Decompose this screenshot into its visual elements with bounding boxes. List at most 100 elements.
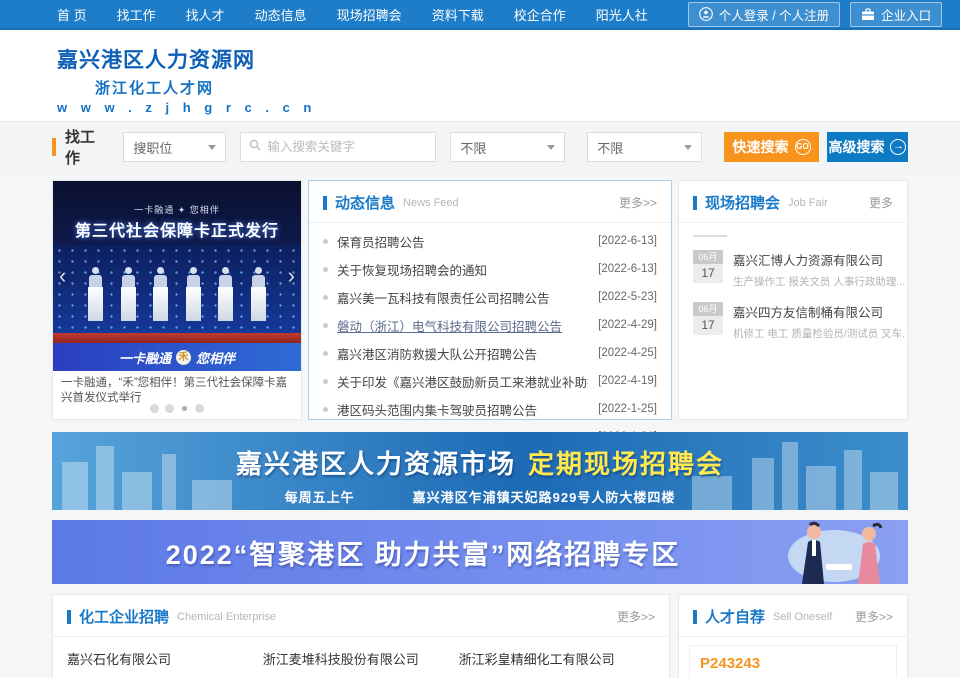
bullet-icon bbox=[323, 295, 328, 300]
company-name: 嘉兴石化有限公司 bbox=[67, 649, 263, 668]
carousel-dot[interactable] bbox=[180, 404, 189, 413]
company-listing[interactable]: 嘉兴石化有限公司 工艺员 设备管理 警卫（残疾工） bbox=[67, 649, 263, 678]
search-section-label: 找工作 bbox=[52, 126, 109, 168]
blue-accent-bar bbox=[67, 610, 71, 624]
arrow-circle-icon: → bbox=[890, 139, 906, 155]
bullet-icon bbox=[323, 379, 328, 384]
news-item[interactable]: 嘉兴港区消防救援大队公开招聘公告[2022-4-25] bbox=[309, 339, 671, 367]
orange-accent-bar bbox=[52, 138, 56, 156]
nav-item-downloads[interactable]: 资料下载 bbox=[432, 5, 484, 24]
company-name: 浙江麦堆科技股份有限公司 bbox=[263, 649, 459, 668]
enterprise-entry-label: 企业入口 bbox=[881, 5, 931, 24]
talent-item[interactable]: P243243 男 ｜ 嘉兴市→嘉兴港区 ｜ 八年以上 bbox=[689, 645, 897, 678]
company-listing[interactable]: 浙江彩皇精细化工有限公司 普工（制造科） 营业担当 bbox=[459, 649, 655, 678]
personal-login-label: 个人登录 / 个人注册 bbox=[719, 5, 829, 24]
talent-id: P243243 bbox=[700, 655, 886, 672]
search-band: 找工作 搜职位 不限 不限 快速搜索 GO 高级搜索 → bbox=[0, 122, 960, 172]
chemical-title: 化工企业招聘 bbox=[79, 606, 169, 627]
nav-item-school-enterprise[interactable]: 校企合作 bbox=[514, 5, 566, 24]
news-item[interactable]: 嘉兴美一瓦科技有限责任公司招聘公告[2022-5-23] bbox=[309, 283, 671, 311]
carousel-prev-icon[interactable]: ‹ bbox=[59, 265, 66, 287]
top-navigation: 首 页 找工作 找人才 动态信息 现场招聘会 资料下载 校企合作 阳光人社 个人… bbox=[0, 0, 960, 30]
carousel-next-icon[interactable]: › bbox=[288, 265, 295, 287]
talent-subtitle: Sell Oneself bbox=[773, 611, 832, 623]
carousel-dots bbox=[53, 404, 301, 413]
news-item[interactable]: 保育员招聘公告[2022-6-13] bbox=[309, 227, 671, 255]
carousel-dot[interactable] bbox=[165, 404, 174, 413]
banner1-title: 嘉兴港区人力资源市场定期现场招聘会 bbox=[52, 444, 908, 481]
online-recruitment-banner[interactable]: 2022“智聚港区 助力共富”网络招聘专区 bbox=[52, 520, 908, 584]
bullet-icon bbox=[323, 267, 328, 272]
slide-banner-strip: 一卡融通 禾 您相伴 bbox=[53, 343, 301, 371]
nav-item-home[interactable]: 首 页 bbox=[57, 5, 87, 24]
job-fair-jobs: 机修工 电工 质量检验员/测试员 叉车... bbox=[733, 326, 905, 341]
blue-accent-bar bbox=[323, 196, 327, 210]
site-subtitle: 浙江化工人才网 bbox=[95, 77, 960, 98]
carousel-slide[interactable]: 一卡融通 ✦ 您相伴 第三代社会保障卡正式发行 一卡融通 禾 您相伴 bbox=[53, 181, 301, 371]
job-fair-item[interactable]: 06月 17 嘉兴汇博人力资源有限公司 生产操作工 报关文员 人事行政助理... bbox=[679, 241, 907, 293]
slide-title: 第三代社会保障卡正式发行 bbox=[53, 217, 301, 241]
news-more-link[interactable]: 更多>> bbox=[619, 194, 657, 211]
carousel-dot[interactable] bbox=[150, 404, 159, 413]
nav-item-find-talent[interactable]: 找人才 bbox=[186, 5, 225, 24]
date-badge: 06月 17 bbox=[693, 250, 723, 289]
news-feed-title: 动态信息 bbox=[335, 192, 395, 213]
nav-item-find-job[interactable]: 找工作 bbox=[117, 5, 156, 24]
blue-accent-bar bbox=[693, 196, 697, 210]
news-item[interactable]: 关于印发《嘉兴港区鼓励新员工来港就业补助操作...[2022-4-19] bbox=[309, 367, 671, 395]
bullet-icon bbox=[323, 239, 328, 244]
search-category-select[interactable]: 搜职位 bbox=[123, 132, 226, 162]
keyword-input[interactable] bbox=[267, 140, 428, 154]
job-market-banner[interactable]: 嘉兴港区人力资源市场定期现场招聘会 每周五上午嘉兴港区乍浦镇天妃路929号人防大… bbox=[52, 432, 908, 510]
nav-item-job-fair[interactable]: 现场招聘会 bbox=[337, 5, 402, 24]
company-listing[interactable]: 浙江麦堆科技股份有限公司 销售专员 会计 土建主管 bbox=[263, 649, 459, 678]
bullet-icon bbox=[323, 323, 328, 328]
person-icon bbox=[699, 7, 713, 21]
search-icon bbox=[249, 138, 261, 156]
job-fair-company: 嘉兴四方友信制桶有限公司 bbox=[733, 302, 905, 321]
job-fair-panel: 现场招聘会 Job Fair 更多 06月 17 嘉兴汇博人力资源有限公司 生产… bbox=[678, 180, 908, 420]
briefcase-icon bbox=[861, 8, 875, 21]
date-badge: 06月 17 bbox=[693, 302, 723, 341]
filter-select-1[interactable]: 不限 bbox=[450, 132, 565, 162]
enterprise-entry-button[interactable]: 企业入口 bbox=[850, 2, 942, 27]
company-name: 浙江彩皇精细化工有限公司 bbox=[459, 649, 655, 668]
filter-select-2[interactable]: 不限 bbox=[587, 132, 702, 162]
blue-accent-bar bbox=[693, 610, 697, 624]
news-feed-subtitle: News Feed bbox=[403, 197, 459, 209]
stage-podiums bbox=[53, 267, 301, 321]
site-header: 嘉兴港区人力资源网 浙江化工人才网 w w w . z j h g r c . … bbox=[0, 30, 960, 122]
people-illustration bbox=[774, 520, 894, 584]
carousel-caption[interactable]: 一卡融通，“禾”您相伴！第三代社会保障卡嘉兴首发仪式举行 bbox=[53, 371, 301, 406]
personal-login-button[interactable]: 个人登录 / 个人注册 bbox=[688, 2, 840, 27]
job-fair-title: 现场招聘会 bbox=[705, 192, 780, 213]
job-fair-company: 嘉兴汇博人力资源有限公司 bbox=[733, 250, 905, 269]
chevron-down-icon bbox=[684, 145, 692, 150]
chevron-down-icon bbox=[208, 145, 216, 150]
talent-title: 人才自荐 bbox=[705, 606, 765, 627]
slide-tagline: 一卡融通 ✦ 您相伴 bbox=[53, 203, 301, 216]
carousel-dot[interactable] bbox=[195, 404, 204, 413]
job-fair-item[interactable]: 06月 17 嘉兴四方友信制桶有限公司 机修工 电工 质量检验员/测试员 叉车.… bbox=[679, 293, 907, 345]
bullet-icon bbox=[323, 407, 328, 412]
job-fair-jobs: 生产操作工 报关文员 人事行政助理... bbox=[733, 274, 905, 289]
nav-item-news[interactable]: 动态信息 bbox=[255, 5, 307, 24]
advanced-search-button[interactable]: 高级搜索 → bbox=[827, 132, 908, 162]
news-item[interactable]: 磐动（浙江）电气科技有限公司招聘公告[2022-4-29] bbox=[309, 311, 671, 339]
chemical-more-link[interactable]: 更多>> bbox=[617, 608, 655, 625]
chevron-down-icon bbox=[547, 145, 555, 150]
nav-item-sunshine-hr[interactable]: 阳光人社 bbox=[596, 5, 648, 24]
job-fair-more-link[interactable]: 更多 bbox=[869, 194, 893, 211]
quick-search-button[interactable]: 快速搜索 GO bbox=[724, 132, 819, 162]
site-url: w w w . z j h g r c . c n bbox=[57, 100, 960, 115]
keyword-search-box bbox=[240, 132, 436, 162]
news-item[interactable]: 港区码头范围内集卡驾驶员招聘公告[2022-1-25] bbox=[309, 395, 671, 423]
news-carousel: 一卡融通 ✦ 您相伴 第三代社会保障卡正式发行 一卡融通 禾 您相伴 bbox=[52, 180, 302, 420]
banner2-title: 2022“智聚港区 助力共富”网络招聘专区 bbox=[52, 533, 774, 572]
bullet-icon bbox=[323, 351, 328, 356]
talent-more-link[interactable]: 更多>> bbox=[855, 608, 893, 625]
chemical-subtitle: Chemical Enterprise bbox=[177, 611, 276, 623]
go-circle-icon: GO bbox=[795, 139, 811, 155]
news-item[interactable]: 关于恢复现场招聘会的通知[2022-6-13] bbox=[309, 255, 671, 283]
red-carpet bbox=[53, 333, 301, 343]
